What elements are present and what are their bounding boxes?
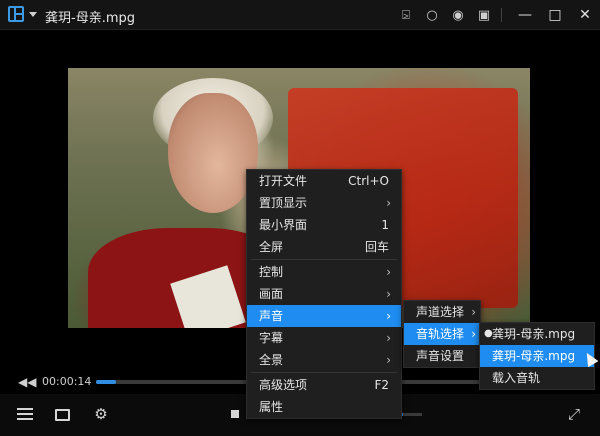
video-face <box>168 93 258 213</box>
menu-item-label: 音轨选择 <box>416 327 465 341</box>
menu-item-label: 声音 <box>259 309 284 323</box>
menu-item-properties[interactable]: 属性 <box>247 396 401 418</box>
bulb-icon[interactable]: ○ <box>419 0 445 30</box>
playlist-menu-icon[interactable] <box>17 408 33 420</box>
menu-item-label: 全景 <box>259 353 284 367</box>
sound-submenu: 声道选择 › 音轨选择 › 声音设置 <box>403 300 481 368</box>
stop-icon[interactable] <box>231 410 239 418</box>
rewind-icon[interactable]: ◀◀ <box>18 375 36 389</box>
title-bar: 龚玥-母亲.mpg ⍄ ○ ◉ ▣ — □ ✕ <box>0 0 600 30</box>
menu-dropdown-icon[interactable] <box>29 12 37 17</box>
menu-item-label: 载入音轨 <box>492 371 541 385</box>
selected-dot-icon: ● <box>484 328 493 339</box>
menu-item-always-on-top[interactable]: 置顶显示 › <box>247 192 401 214</box>
app-logo-icon[interactable] <box>8 6 24 22</box>
menu-separator <box>251 259 397 260</box>
close-icon[interactable]: ✕ <box>570 0 600 30</box>
menu-item-shortcut: Ctrl+O <box>348 174 389 188</box>
menu-item-fullscreen[interactable]: 全屏 回车 <box>247 236 401 258</box>
chevron-right-icon: › <box>386 331 391 345</box>
current-time: 00:00:14 <box>42 375 92 388</box>
menu-item-label: 声道选择 <box>416 305 465 319</box>
submenu-item-sound-settings[interactable]: 声音设置 <box>404 345 480 367</box>
menu-item-label: 控制 <box>259 265 284 279</box>
menu-item-label: 最小界面 <box>259 218 308 232</box>
menu-item-label: 字幕 <box>259 331 284 345</box>
audio-track-submenu: ● 龚玥-母亲.mpg 龚玥-母亲.mpg 载入音轨 <box>479 322 595 390</box>
menu-item-mini-mode[interactable]: 最小界面 1 <box>247 214 401 236</box>
menu-item-label: 声音设置 <box>416 349 465 363</box>
menu-item-picture[interactable]: 画面 › <box>247 283 401 305</box>
chevron-right-icon: › <box>386 265 391 279</box>
minimize-icon[interactable]: — <box>510 0 540 30</box>
menu-item-label: 画面 <box>259 287 284 301</box>
menu-item-subtitle[interactable]: 字幕 › <box>247 327 401 349</box>
menu-item-label: 龚玥-母亲.mpg <box>492 327 576 341</box>
menu-item-panorama[interactable]: 全景 › <box>247 349 401 371</box>
chevron-right-icon: › <box>386 309 391 323</box>
chevron-right-icon: › <box>386 287 391 301</box>
menu-item-label: 打开文件 <box>259 174 308 188</box>
menu-item-advanced-options[interactable]: 高级选项 F2 <box>247 374 401 396</box>
track-option-2[interactable]: 龚玥-母亲.mpg <box>480 345 594 367</box>
chevron-right-icon: › <box>471 327 476 341</box>
title-separator <box>501 8 502 22</box>
pin-icon[interactable]: ⍄ <box>393 0 419 30</box>
settings-gear-icon[interactable]: ⚙ <box>91 404 111 424</box>
context-menu: 打开文件 Ctrl+O 置顶显示 › 最小界面 1 全屏 回车 控制 › 画面 … <box>246 169 402 419</box>
submenu-item-track-select[interactable]: 音轨选择 › <box>404 323 480 345</box>
menu-item-shortcut: F2 <box>374 378 389 392</box>
menu-item-label: 龚玥-母亲.mpg <box>492 349 576 363</box>
maximize-icon[interactable]: □ <box>540 0 570 30</box>
menu-item-label: 属性 <box>259 400 284 414</box>
menu-separator <box>251 372 397 373</box>
menu-item-shortcut: 回车 <box>364 240 389 254</box>
folder-icon[interactable] <box>55 409 70 421</box>
track-option-1[interactable]: ● 龚玥-母亲.mpg <box>480 323 594 345</box>
menu-item-sound[interactable]: 声音 › <box>247 305 401 327</box>
menu-item-open-file[interactable]: 打开文件 Ctrl+O <box>247 170 401 192</box>
menu-item-label: 高级选项 <box>259 378 308 392</box>
menu-item-control[interactable]: 控制 › <box>247 261 401 283</box>
record-icon[interactable]: ◉ <box>445 0 471 30</box>
chevron-right-icon: › <box>386 196 391 210</box>
load-audio-track[interactable]: 载入音轨 <box>480 367 594 389</box>
menu-item-shortcut: 1 <box>381 218 389 232</box>
chevron-right-icon: › <box>386 353 391 367</box>
title-bar-icons: ⍄ ○ ◉ ▣ — □ ✕ <box>393 0 600 30</box>
fullscreen-expand-icon[interactable]: ⤢ <box>564 404 584 424</box>
window-title: 龚玥-母亲.mpg <box>45 11 135 26</box>
submenu-item-channel-select[interactable]: 声道选择 › <box>404 301 480 323</box>
picture-icon[interactable]: ▣ <box>471 0 497 30</box>
menu-item-label: 全屏 <box>259 240 284 254</box>
chevron-right-icon: › <box>471 305 476 319</box>
menu-item-label: 置顶显示 <box>259 196 308 210</box>
seek-bar-progress <box>96 380 116 384</box>
